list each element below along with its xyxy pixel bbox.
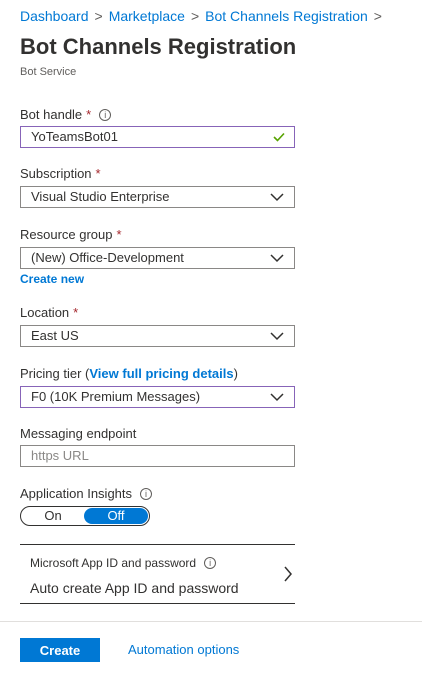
- info-icon[interactable]: i: [99, 109, 112, 121]
- resource-group-value: (New) Office-Development: [31, 250, 184, 265]
- location-select[interactable]: East US: [20, 325, 295, 347]
- info-icon[interactable]: i: [204, 557, 217, 569]
- pricing-tier-label: Pricing tier (View full pricing details): [20, 366, 238, 381]
- messaging-endpoint-field[interactable]: [20, 445, 295, 467]
- chevron-down-icon: [270, 193, 284, 202]
- required-marker: *: [116, 227, 122, 242]
- subscription-select[interactable]: Visual Studio Enterprise: [20, 186, 295, 208]
- location-value: East US: [31, 328, 79, 343]
- required-marker: *: [86, 107, 92, 122]
- pricing-tier-value: F0 (10K Premium Messages): [31, 389, 201, 404]
- breadcrumb-bot-channels-registration[interactable]: Bot Channels Registration: [205, 8, 368, 24]
- app-id-section[interactable]: Microsoft App ID and password i Auto crea…: [20, 544, 295, 604]
- messaging-endpoint-input[interactable]: [31, 446, 271, 466]
- messaging-endpoint-label: Messaging endpoint: [20, 426, 137, 441]
- app-id-title-text: Microsoft App ID and password: [30, 556, 197, 570]
- pricing-tier-label-suffix: ): [233, 366, 238, 381]
- toggle-on-option[interactable]: On: [21, 507, 85, 525]
- bot-handle-input[interactable]: YoTeamsBot01: [20, 126, 295, 148]
- breadcrumb-dashboard[interactable]: Dashboard: [20, 8, 89, 24]
- app-insights-label-text: Application Insights: [20, 486, 133, 501]
- bot-handle-value: YoTeamsBot01: [31, 129, 118, 144]
- checkmark-icon: [273, 132, 285, 142]
- subscription-label: Subscription *: [20, 166, 101, 181]
- automation-options-link[interactable]: Automation options: [128, 642, 239, 657]
- required-marker: *: [73, 305, 79, 320]
- breadcrumb-separator: >: [373, 8, 382, 24]
- footer-divider: [0, 621, 422, 622]
- breadcrumb-separator: >: [94, 8, 103, 24]
- app-id-value: Auto create App ID and password: [30, 580, 239, 596]
- create-button[interactable]: Create: [20, 638, 100, 662]
- page-subtitle: Bot Service: [20, 66, 77, 78]
- pricing-tier-label-text: Pricing tier (: [20, 366, 90, 381]
- app-insights-toggle[interactable]: On Off: [20, 506, 150, 526]
- required-marker: *: [95, 166, 101, 181]
- breadcrumb-marketplace[interactable]: Marketplace: [109, 8, 185, 24]
- view-pricing-link[interactable]: View full pricing details: [89, 366, 233, 381]
- chevron-down-icon: [270, 393, 284, 402]
- subscription-label-text: Subscription: [20, 166, 92, 181]
- subscription-value: Visual Studio Enterprise: [31, 189, 170, 204]
- resource-group-select[interactable]: (New) Office-Development: [20, 247, 295, 269]
- breadcrumb-separator: >: [190, 8, 200, 24]
- bot-handle-label-text: Bot handle: [20, 107, 83, 122]
- bot-handle-label: Bot handle * i: [20, 107, 112, 122]
- app-insights-label: Application Insights i: [20, 486, 153, 501]
- chevron-down-icon: [270, 332, 284, 341]
- info-icon[interactable]: i: [140, 488, 153, 500]
- toggle-off-option[interactable]: Off: [84, 508, 148, 524]
- breadcrumb: Dashboard > Marketplace > Bot Channels Regis…: [20, 8, 388, 24]
- app-id-title: Microsoft App ID and password i: [30, 556, 217, 570]
- create-new-link[interactable]: Create new: [20, 272, 84, 286]
- chevron-right-icon[interactable]: [283, 565, 293, 583]
- resource-group-label-text: Resource group: [20, 227, 113, 242]
- pricing-tier-select[interactable]: F0 (10K Premium Messages): [20, 386, 295, 408]
- page-title: Bot Channels Registration: [20, 34, 297, 59]
- location-label-text: Location: [20, 305, 70, 320]
- location-label: Location *: [20, 305, 78, 320]
- chevron-down-icon: [270, 254, 284, 263]
- resource-group-label: Resource group *: [20, 227, 122, 242]
